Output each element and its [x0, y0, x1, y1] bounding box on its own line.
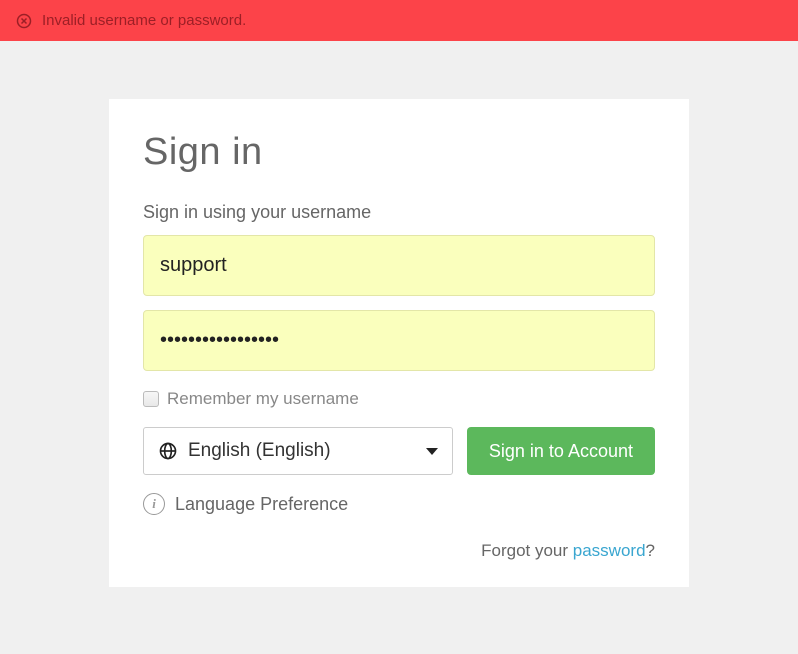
- language-selected: English (English): [188, 440, 416, 462]
- language-preference-label: Language Preference: [175, 494, 348, 515]
- signin-button[interactable]: Sign in to Account: [467, 427, 655, 475]
- forgot-row: Forgot your password?: [143, 541, 655, 561]
- remember-row: Remember my username: [143, 389, 655, 409]
- signin-card: Sign in Sign in using your username Reme…: [109, 99, 689, 587]
- forgot-prefix: Forgot your: [481, 541, 573, 560]
- password-input[interactable]: [143, 310, 655, 371]
- globe-icon: [158, 441, 178, 461]
- forgot-password-link[interactable]: password: [573, 541, 646, 560]
- page-title: Sign in: [143, 131, 655, 174]
- language-preference-row: i Language Preference: [143, 493, 655, 515]
- remember-checkbox[interactable]: [143, 391, 159, 407]
- error-banner: Invalid username or password.: [0, 0, 798, 41]
- error-message: Invalid username or password.: [42, 12, 246, 29]
- language-select[interactable]: English (English): [143, 427, 453, 475]
- remember-label: Remember my username: [167, 389, 359, 409]
- username-input[interactable]: [143, 235, 655, 296]
- chevron-down-icon: [426, 448, 438, 455]
- controls-row: English (English) Sign in to Account: [143, 427, 655, 475]
- signin-subtitle: Sign in using your username: [143, 202, 655, 223]
- error-icon: [16, 13, 32, 29]
- info-icon: i: [143, 493, 165, 515]
- forgot-suffix: ?: [646, 541, 655, 560]
